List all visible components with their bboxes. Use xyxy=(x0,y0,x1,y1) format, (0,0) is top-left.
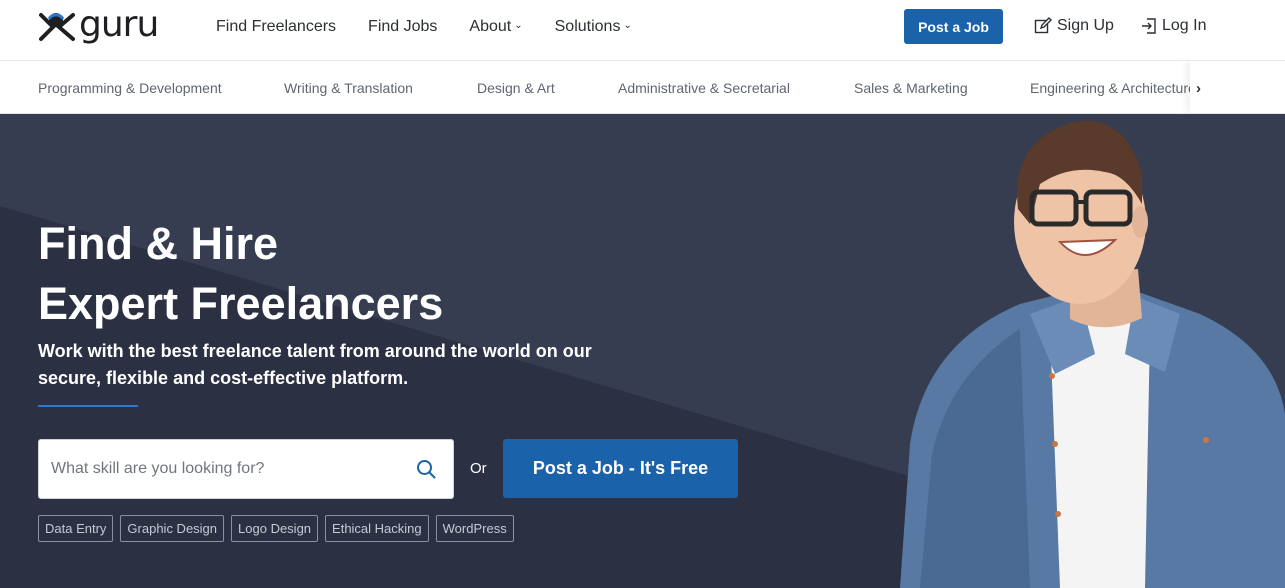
nav-find-jobs-label: Find Jobs xyxy=(368,18,438,35)
tag-data-entry[interactable]: Data Entry xyxy=(38,515,114,542)
tag-ethical-hacking[interactable]: Ethical Hacking xyxy=(325,515,429,542)
category-administrative[interactable]: Administrative & Secretarial xyxy=(618,80,790,96)
search-icon[interactable] xyxy=(413,456,439,482)
nav-find-jobs[interactable]: Find Jobs xyxy=(368,18,437,36)
sign-up-link[interactable]: Sign Up xyxy=(1034,17,1114,35)
nav-solutions-dropdown[interactable]: Solutions ⌄ xyxy=(555,18,632,36)
tag-graphic-design[interactable]: Graphic Design xyxy=(120,515,225,542)
skill-search xyxy=(38,439,454,499)
nav-find-freelancers-label: Find Freelancers xyxy=(216,18,337,35)
main-menu: Find Freelancers Find Jobs About ⌄ Solut… xyxy=(216,16,664,38)
top-navigation: guru Find Freelancers Find Jobs About ⌄ … xyxy=(0,0,1285,61)
login-icon xyxy=(1142,18,1156,34)
chevron-right-icon[interactable]: › xyxy=(1196,80,1201,97)
chevron-down-icon: ⌄ xyxy=(623,20,632,31)
nav-about-label: About xyxy=(469,18,512,35)
category-sales[interactable]: Sales & Marketing xyxy=(854,80,968,96)
guru-logo[interactable]: guru xyxy=(37,5,169,45)
nav-about-dropdown[interactable]: About ⌄ xyxy=(469,18,522,36)
tag-wordpress[interactable]: WordPress xyxy=(435,515,514,542)
category-design[interactable]: Design & Art xyxy=(477,80,555,96)
hero-headline-line2: Expert Freelancers xyxy=(38,278,444,329)
accent-divider xyxy=(38,405,138,407)
category-writing[interactable]: Writing & Translation xyxy=(284,80,413,96)
hero-subheading: Work with the best freelance talent from… xyxy=(38,341,592,388)
freelancer-photo xyxy=(900,121,1285,588)
tag-logo-design[interactable]: Logo Design xyxy=(231,515,319,542)
skill-search-input[interactable] xyxy=(39,460,413,478)
post-job-button[interactable]: Post a Job xyxy=(904,9,1003,44)
category-bar: Programming & Development Writing & Tran… xyxy=(0,61,1285,114)
popular-skill-tags: Data Entry Graphic Design Logo Design Et… xyxy=(38,515,521,542)
sign-up-label: Sign Up xyxy=(1057,17,1114,34)
post-job-free-button[interactable]: Post a Job - It's Free xyxy=(503,439,738,498)
hero-section: Find & Hire Expert Freelancers Work with… xyxy=(0,114,1285,588)
category-programming[interactable]: Programming & Development xyxy=(38,80,222,96)
chevron-down-icon: ⌄ xyxy=(514,20,523,31)
hero-headline: Find & Hire Expert Freelancers xyxy=(38,214,443,334)
category-scroll-fade xyxy=(1190,61,1285,113)
log-in-link[interactable]: Log In xyxy=(1141,17,1206,35)
log-in-label: Log In xyxy=(1162,17,1207,34)
category-engineering[interactable]: Engineering & Architecture xyxy=(1030,80,1196,96)
hero-headline-line1: Find & Hire xyxy=(38,218,279,269)
or-separator: Or xyxy=(470,460,487,477)
edit-icon xyxy=(1034,17,1052,34)
logo-wordmark: guru xyxy=(79,4,159,45)
nav-find-freelancers[interactable]: Find Freelancers xyxy=(216,18,336,36)
guru-logo-mark-icon xyxy=(39,13,75,41)
nav-solutions-label: Solutions xyxy=(554,18,621,35)
